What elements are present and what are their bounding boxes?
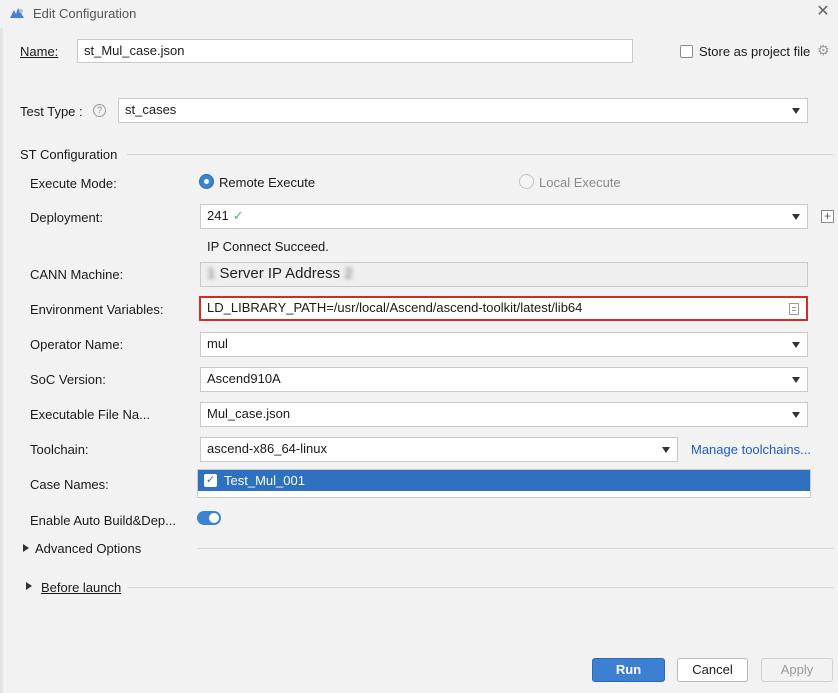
name-input[interactable]: st_Mul_case.json [77, 39, 633, 63]
gear-icon[interactable]: ⚙ [817, 42, 830, 59]
redacted-suffix: 2 [344, 265, 353, 282]
store-as-project-checkbox[interactable] [680, 45, 693, 58]
executable-file-select[interactable]: Mul_case.json [200, 402, 808, 427]
server-ip-placeholder: Server IP Address [219, 265, 341, 282]
remote-execute-label: Remote Execute [219, 175, 316, 190]
ip-connect-status: IP Connect Succeed. [207, 239, 329, 254]
chevron-down-icon [792, 377, 800, 383]
soc-version-select[interactable]: Ascend910A [200, 367, 808, 392]
test-type-select[interactable]: st_cases [118, 98, 808, 123]
execute-mode-label: Execute Mode: [30, 176, 117, 191]
st-configuration-title: ST Configuration [20, 147, 118, 162]
toolchain-select[interactable]: ascend-x86_64-linux [200, 437, 678, 462]
env-vars-value: LD_LIBRARY_PATH=/usr/local/Ascend/ascend… [207, 300, 583, 315]
window-title: Edit Configuration [33, 6, 137, 21]
before-launch-label[interactable]: Before launch [41, 580, 121, 595]
chevron-down-icon [662, 447, 670, 453]
env-vars-input[interactable]: LD_LIBRARY_PATH=/usr/local/Ascend/ascend… [199, 296, 808, 321]
name-label: Name: [20, 44, 59, 59]
case-names-label: Case Names: [30, 477, 109, 492]
cann-machine-label: CANN Machine: [30, 267, 124, 282]
expand-triangle-icon[interactable] [23, 544, 29, 552]
env-vars-label: Environment Variables: [30, 302, 164, 317]
close-icon[interactable]: ✕ [814, 3, 832, 21]
run-button[interactable]: Run [592, 658, 665, 682]
executable-file-label: Executable File Na... [30, 407, 150, 422]
operator-name-label: Operator Name: [30, 337, 124, 352]
advanced-divider [198, 548, 834, 549]
test-type-label: Test Type : [20, 104, 83, 119]
case-names-list[interactable]: ✓ Test_Mul_001 [197, 469, 811, 498]
chevron-down-icon [792, 108, 800, 114]
soc-version-label: SoC Version: [30, 372, 106, 387]
chevron-down-icon [792, 412, 800, 418]
remote-execute-radio[interactable] [199, 174, 214, 189]
test-type-value: st_cases [125, 102, 177, 117]
checkbox-checked-icon[interactable]: ✓ [204, 474, 217, 487]
chevron-down-icon [792, 342, 800, 348]
help-icon[interactable]: ? [93, 104, 106, 117]
plus-icon[interactable]: + [821, 210, 834, 223]
expand-triangle-icon[interactable] [26, 582, 32, 590]
redacted-prefix: 1 [207, 265, 216, 282]
auto-build-label: Enable Auto Build&Dep... [30, 513, 176, 528]
advanced-options-label[interactable]: Advanced Options [35, 541, 141, 556]
auto-build-toggle[interactable] [197, 511, 221, 525]
app-logo-icon [10, 8, 24, 18]
operator-name-value: mul [207, 336, 228, 351]
deployment-select[interactable]: 241 ✓ [200, 204, 808, 229]
case-name-text: Test_Mul_001 [224, 473, 305, 488]
section-divider [127, 154, 834, 155]
toolchain-value: ascend-x86_64-linux [207, 441, 327, 456]
local-execute-radio[interactable] [519, 174, 534, 189]
before-launch-divider [128, 587, 834, 588]
store-as-project-label: Store as project file [699, 44, 811, 59]
left-window-edge [0, 0, 3, 693]
deployment-label: Deployment: [30, 210, 103, 225]
operator-name-select[interactable]: mul [200, 332, 808, 357]
manage-toolchains-link[interactable]: Manage toolchains... [691, 442, 811, 457]
cann-machine-field: 1 Server IP Address 2 [200, 262, 808, 287]
soc-version-value: Ascend910A [207, 371, 281, 386]
deployment-value: 241 [207, 208, 229, 223]
chevron-down-icon [792, 214, 800, 220]
document-icon[interactable] [789, 303, 799, 315]
list-item[interactable]: ✓ Test_Mul_001 [198, 470, 810, 491]
cancel-button[interactable]: Cancel [677, 658, 748, 682]
toolchain-label: Toolchain: [30, 442, 89, 457]
apply-button[interactable]: Apply [761, 658, 833, 682]
check-icon: ✓ [232, 208, 244, 223]
executable-file-value: Mul_case.json [207, 406, 291, 421]
local-execute-label: Local Execute [539, 175, 621, 190]
